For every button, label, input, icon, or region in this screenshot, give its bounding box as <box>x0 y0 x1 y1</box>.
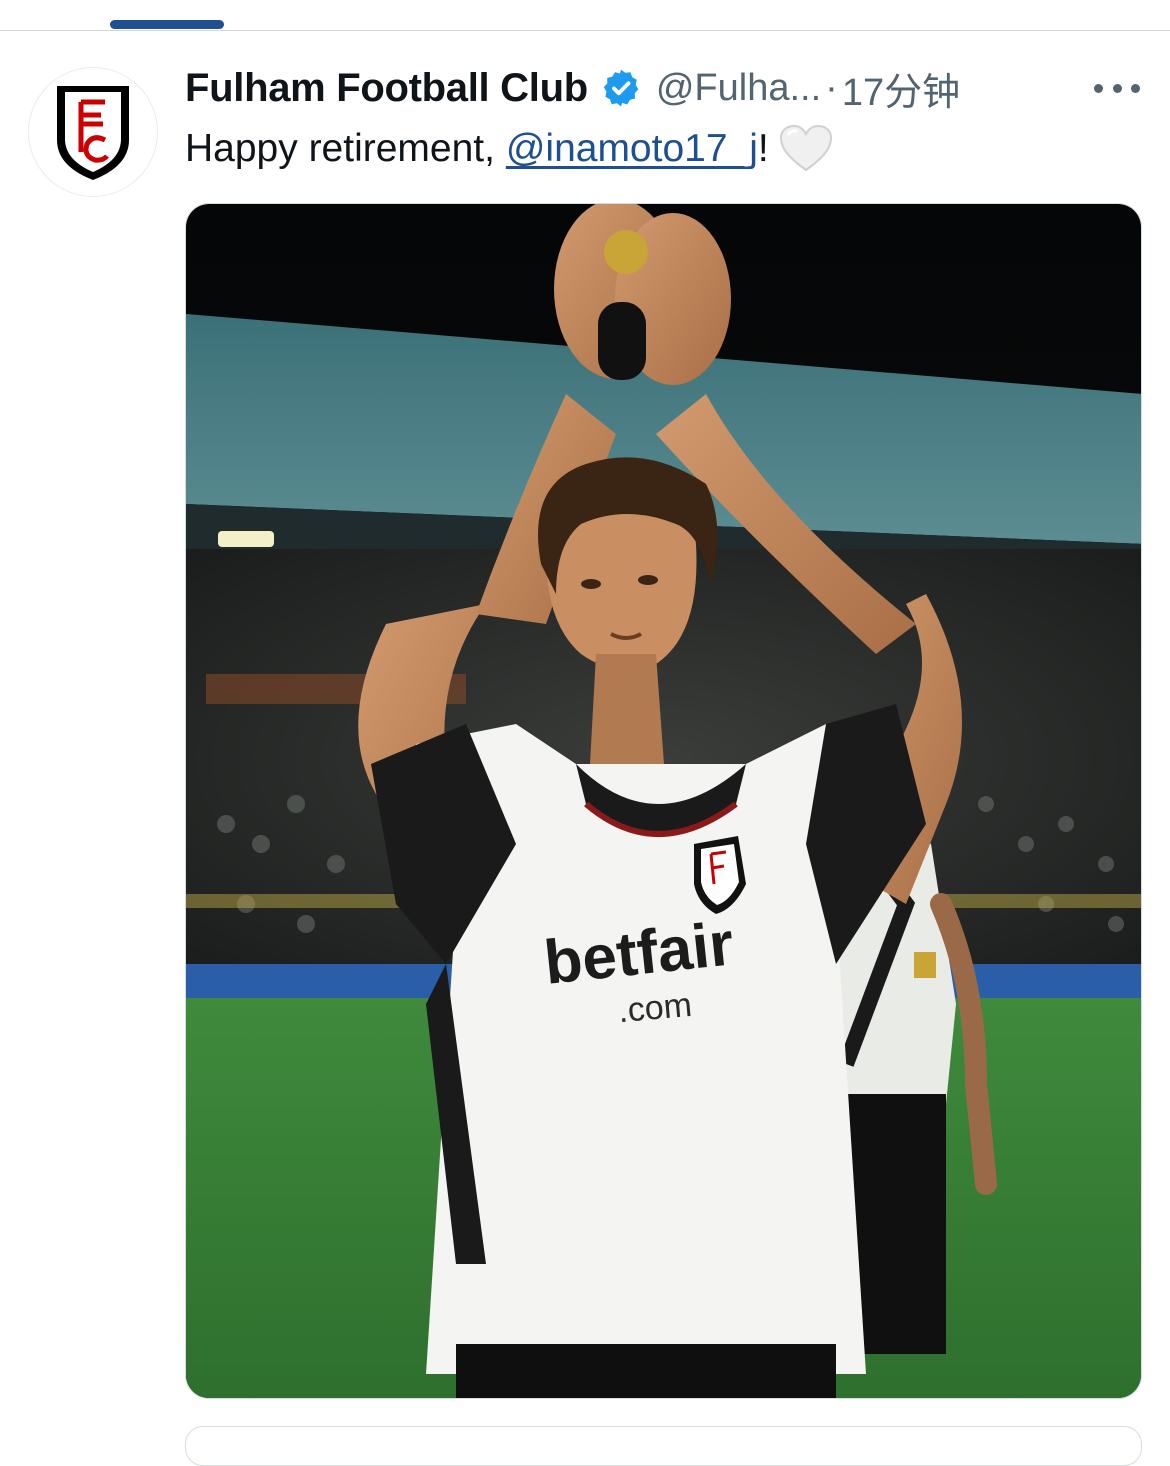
active-tab-indicator <box>110 20 224 29</box>
more-dot <box>1094 83 1103 93</box>
mention-link[interactable]: @inamoto17_j <box>506 124 758 174</box>
photo-illustration: betfair .com <box>186 204 1141 1398</box>
more-dot <box>1112 83 1122 93</box>
tweet-header: Fulham Football Club @Fulha... · 17分钟 <box>185 60 960 116</box>
verified-badge-icon <box>603 69 639 107</box>
more-options-icon[interactable] <box>1094 68 1140 108</box>
white-heart-icon <box>779 124 832 172</box>
tweet-text: Happy retirement, @inamoto17_j ! <box>185 124 833 174</box>
meta-separator: · <box>825 66 838 109</box>
more-dot <box>1131 83 1140 93</box>
tweet-timestamp[interactable]: 17分钟 <box>842 61 960 116</box>
author-handle[interactable]: @Fulha... <box>656 67 821 110</box>
tweet-text-prefix: Happy retirement, <box>185 127 506 170</box>
tweet-media-photo[interactable]: betfair .com <box>185 203 1142 1399</box>
author-name[interactable]: Fulham Football Club <box>185 66 588 111</box>
fulham-crest-icon <box>57 86 129 180</box>
tweet-text-suffix: ! <box>757 127 769 170</box>
shirt-sponsor-suffix: .com <box>617 986 694 1030</box>
author-avatar[interactable] <box>28 67 158 197</box>
next-tweet-card-edge <box>185 1426 1142 1466</box>
header-divider <box>0 30 1170 31</box>
